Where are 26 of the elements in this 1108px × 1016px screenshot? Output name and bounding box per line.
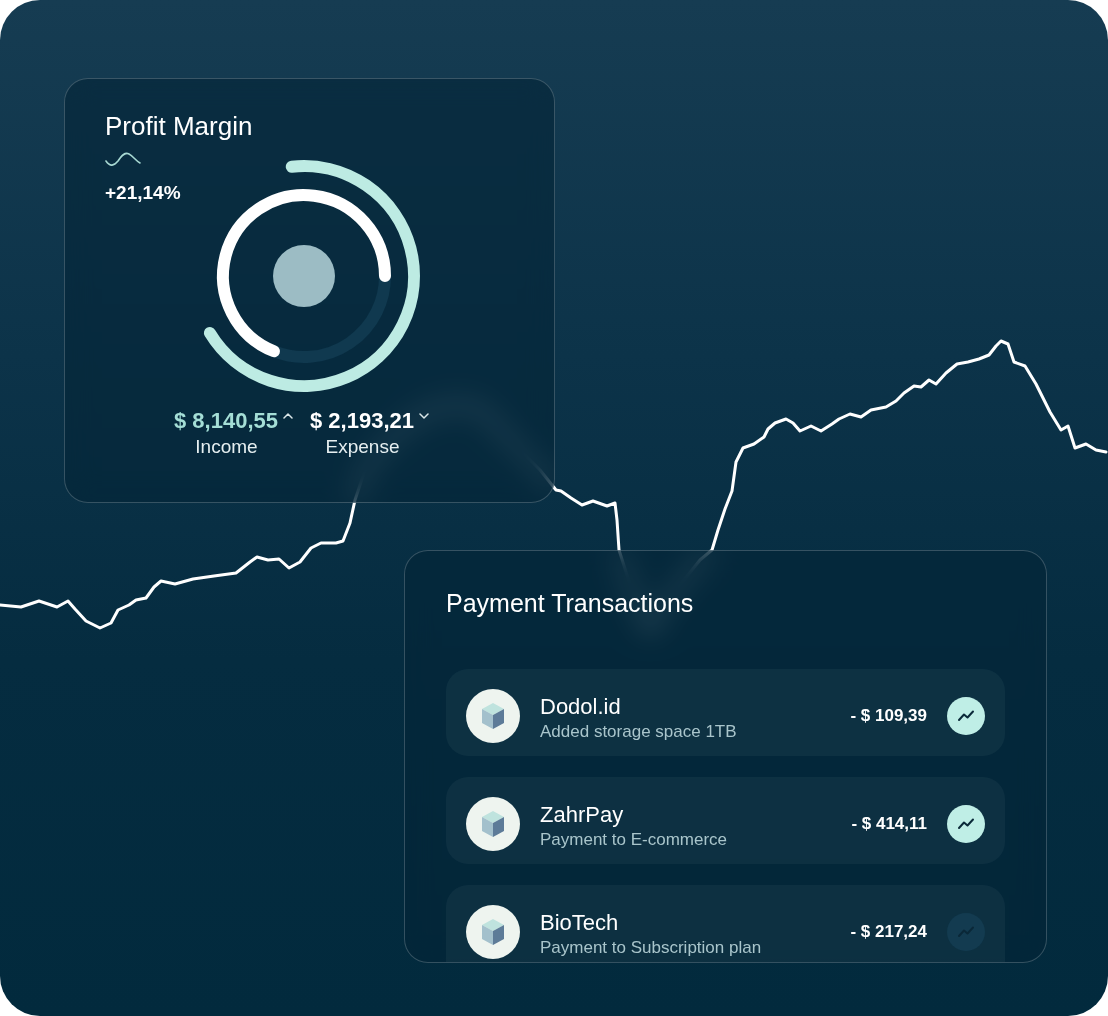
- merchant-name: Dodol.id: [540, 693, 621, 721]
- transaction-row[interactable]: ZahrPay Payment to E-commerce - $ 414,11: [446, 777, 1005, 864]
- transaction-row[interactable]: BioTech Payment to Subscription plan - $ 217,24: [446, 885, 1005, 962]
- merchant-name: BioTech: [540, 909, 619, 937]
- caret-down-icon: [419, 412, 429, 420]
- center-disc: [273, 245, 335, 307]
- percent-change: +21,14%: [105, 181, 181, 205]
- amount-value: $ 8,140,55: [174, 407, 278, 435]
- transaction-amount: - $ 217,24: [850, 921, 927, 943]
- transaction-amount: - $ 414,11: [851, 813, 927, 835]
- transaction-row[interactable]: Dodol.id Added storage space 1TB - $ 109,39: [446, 669, 1005, 756]
- cube-icon: [466, 689, 520, 743]
- transaction-description: Added storage space 1TB: [540, 721, 737, 743]
- card-title: Profit Margin: [105, 110, 254, 143]
- merchant-name: ZahrPay: [540, 801, 624, 829]
- transaction-amount: - $ 109,39: [850, 705, 927, 727]
- cube-icon: [466, 905, 520, 959]
- caret-up-icon: [283, 412, 293, 420]
- card-title: Payment Transactions: [446, 588, 694, 619]
- amount-value: $ 2,193,21: [310, 407, 414, 435]
- amount-label: Income: [195, 436, 258, 457]
- amount-label: Expense: [325, 436, 400, 457]
- wave-icon: [105, 151, 141, 167]
- transaction-description: Payment to Subscription plan: [540, 937, 762, 959]
- transaction-description: Payment to E-commerce: [540, 829, 728, 851]
- cube-icon: [466, 797, 520, 851]
